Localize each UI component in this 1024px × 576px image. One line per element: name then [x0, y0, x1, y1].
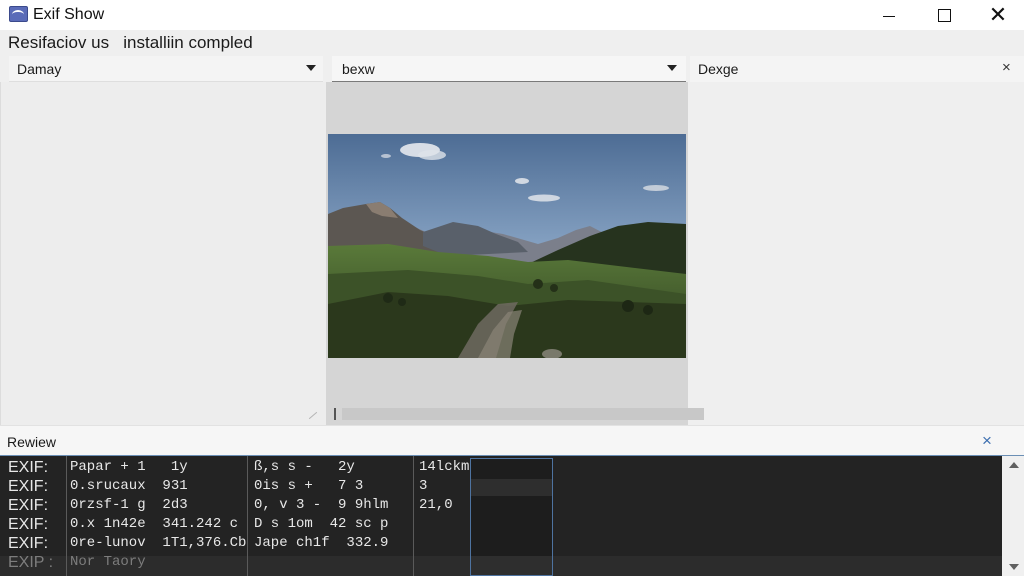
selected-cell[interactable]: [470, 496, 553, 576]
console-cell: 0.srucaux 931: [70, 478, 188, 494]
exif-console[interactable]: EXIF: EXIF: EXIF: EXIF: EXIF: EXIP : Pap…: [0, 455, 1024, 576]
console-prefix: EXIF:: [8, 535, 49, 552]
minimize-icon: [883, 15, 895, 17]
console-cell: 14lckm: [419, 459, 470, 475]
console-cell: 0, v 3 - 9 9hlm: [254, 497, 389, 513]
resize-grip-icon[interactable]: [306, 409, 318, 419]
console-column-a: Papar + 1 1y 0.srucaux 931 0rzsf-1 g 2d3…: [70, 458, 246, 572]
preview-image: [328, 134, 686, 358]
left-pane-label: Damay: [17, 61, 62, 77]
console-cell: Jape ch1f 332.9: [254, 535, 389, 551]
console-cell: D s 1om 42 sc p: [254, 516, 389, 532]
selected-cell[interactable]: [470, 458, 553, 496]
column-divider: [413, 456, 414, 576]
review-close-icon[interactable]: ×: [982, 431, 992, 451]
column-divider: [66, 456, 67, 576]
middle-pane-dropdown[interactable]: bexw: [332, 56, 686, 82]
console-cell: 21,0: [419, 497, 453, 513]
landscape-photo: [328, 134, 686, 358]
console-prefix: EXIP :: [8, 554, 54, 571]
console-prefix: EXIF:: [8, 478, 49, 495]
console-prefix: EXIF:: [8, 459, 49, 476]
console-prefix: EXIF:: [8, 497, 49, 514]
title-bar: Exif Show ✕: [0, 0, 1024, 30]
console-cell: 0re-lunov 1T1,376.Cb: [70, 535, 247, 551]
status-text: Resifaciov us installiin compled: [8, 33, 253, 52]
maximize-icon: [937, 8, 951, 22]
console-cell: 0is s + 7 3: [254, 478, 364, 494]
chevron-down-icon: [306, 65, 316, 71]
close-button[interactable]: ✕: [975, 0, 1021, 30]
console-column-c: 14lckm 3 21,0: [419, 458, 469, 515]
column-divider: [247, 456, 248, 576]
left-panel: [0, 82, 326, 425]
review-label: Rewiew: [7, 434, 57, 450]
horizontal-scrollbar[interactable]: [342, 408, 704, 420]
console-cell: 0rzsf-1 g 2d3: [70, 497, 188, 513]
review-header: Rewiew ×: [0, 425, 1024, 455]
console-prefix: EXIF:: [8, 516, 49, 533]
scroll-up-icon[interactable]: [1009, 462, 1019, 468]
console-cell: Papar + 1 1y: [70, 459, 188, 475]
console-cell: 3: [419, 478, 428, 494]
console-cell: 0.x 1n42e 341.242 c: [70, 516, 239, 532]
console-prefix-column: EXIF: EXIF: EXIF: EXIF: EXIF: EXIP :: [8, 458, 53, 572]
middle-pane-label: bexw: [342, 61, 375, 77]
scroll-down-icon[interactable]: [1009, 564, 1019, 570]
console-cell: Nor Taory: [70, 554, 146, 570]
vertical-scrollbar[interactable]: [1002, 456, 1024, 576]
window-title: Exif Show: [33, 6, 105, 23]
left-pane-dropdown[interactable]: Damay: [9, 56, 323, 82]
right-pane-header: Dexge ×: [690, 56, 1024, 82]
close-icon: ✕: [988, 2, 1008, 27]
minimize-button[interactable]: [866, 0, 912, 30]
console-cell: ß,s s - 2y: [254, 459, 355, 475]
chevron-down-icon: [667, 65, 677, 71]
console-column-b: ß,s s - 2y 0is s + 7 3 0, v 3 - 9 9hlm D…: [254, 458, 388, 553]
scrollbar-thumb[interactable]: [334, 408, 336, 420]
maximize-button[interactable]: [921, 0, 967, 30]
right-pane-close-icon[interactable]: ×: [1002, 59, 1011, 76]
app-icon: [9, 6, 28, 22]
right-panel: [688, 82, 1024, 425]
right-pane-label: Dexge: [698, 61, 739, 77]
